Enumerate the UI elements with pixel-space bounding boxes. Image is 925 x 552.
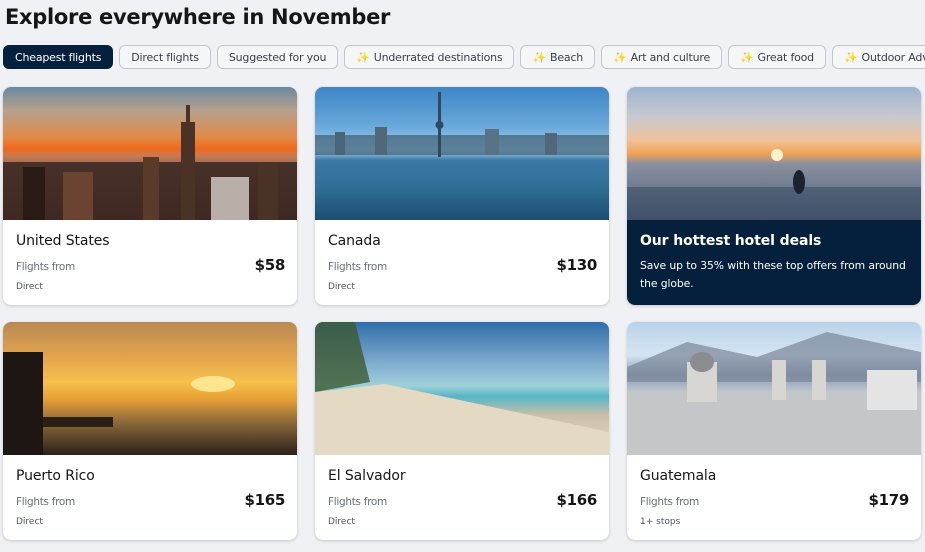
filter-chips: Cheapest flights Direct flights Suggeste…: [3, 45, 925, 69]
destination-name: Guatemala: [640, 468, 717, 484]
filter-direct-flights[interactable]: Direct flights: [119, 45, 211, 69]
pool-sunset-illustration: [627, 149, 921, 220]
destination-image: [627, 322, 921, 455]
filter-great-food[interactable]: ✨ Great food: [728, 45, 826, 69]
destination-name: Puerto Rico: [16, 468, 95, 484]
promo-description: Save up to 35% with these top offers fro…: [640, 259, 906, 290]
price: $166: [556, 491, 597, 509]
cathedral-illustration: [627, 332, 921, 455]
flights-from-label: Flights from: [16, 496, 75, 508]
beach-illustration: [315, 322, 609, 455]
destination-image: [315, 87, 609, 220]
price: $165: [244, 491, 285, 509]
sparkle-icon: ✨: [356, 50, 370, 64]
price: $130: [556, 256, 597, 274]
destination-image: [315, 322, 609, 455]
sparkle-icon: ✨: [613, 50, 627, 64]
flights-from-label: Flights from: [16, 261, 75, 273]
chip-label: Suggested for you: [228, 50, 327, 64]
filter-beach[interactable]: ✨ Beach: [520, 45, 596, 69]
chip-label: Outdoor Adventures: [861, 50, 925, 64]
flights-from-label: Flights from: [328, 496, 387, 508]
destination-card-canada[interactable]: Canada Flights from $130 Direct: [315, 87, 609, 305]
destination-card-guatemala[interactable]: Guatemala Flights from $179 1+ stops: [627, 322, 921, 540]
destination-name: United States: [16, 233, 110, 249]
flights-from-label: Flights from: [328, 261, 387, 273]
chip-label: Underrated destinations: [373, 50, 503, 64]
destination-name: Canada: [328, 233, 381, 249]
city-skyline-illustration: [315, 92, 609, 157]
promo-image: [627, 87, 921, 220]
price: $58: [254, 256, 286, 274]
sparkle-icon: ✨: [532, 50, 546, 64]
destination-image: [3, 87, 297, 220]
destination-card-puerto-rico[interactable]: Puerto Rico Flights from $165 Direct: [3, 322, 297, 540]
filter-cheapest-flights[interactable]: Cheapest flights: [3, 45, 114, 69]
filter-outdoor-adventures[interactable]: ✨Outdoor Adventures: [831, 45, 925, 69]
stops-label: Direct: [328, 517, 355, 527]
chip-label: Beach: [549, 50, 584, 64]
filter-underrated-destinations[interactable]: ✨ Underrated destinations: [344, 45, 515, 69]
stops-label: Direct: [16, 282, 43, 292]
sparkle-icon: ✨: [740, 50, 754, 64]
stops-label: 1+ stops: [640, 517, 681, 527]
coastline-illustration: [3, 352, 235, 455]
destination-name: El Salvador: [328, 468, 406, 484]
stops-label: Direct: [328, 282, 355, 292]
filter-suggested-for-you[interactable]: Suggested for you: [216, 45, 339, 69]
chip-label: Cheapest flights: [15, 50, 102, 64]
filter-art-and-culture[interactable]: ✨ Art and culture: [601, 45, 723, 69]
destination-card-united-states[interactable]: United States Flights from $58 Direct: [3, 87, 297, 305]
page-title: Explore everywhere in November: [5, 5, 391, 29]
promo-title: Our hottest hotel deals: [640, 233, 822, 249]
sparkle-icon: ✨: [843, 50, 858, 64]
destination-image: [3, 322, 297, 455]
chip-label: Art and culture: [630, 50, 711, 64]
chip-label: Direct flights: [131, 50, 199, 64]
city-skyline-illustration: [3, 105, 297, 220]
destination-card-el-salvador[interactable]: El Salvador Flights from $166 Direct: [315, 322, 609, 540]
flights-from-label: Flights from: [640, 496, 699, 508]
hotel-deals-promo-card[interactable]: Our hottest hotel deals Save up to 35% w…: [627, 87, 921, 305]
chip-label: Great food: [757, 50, 815, 64]
price: $179: [868, 491, 909, 509]
stops-label: Direct: [16, 517, 43, 527]
